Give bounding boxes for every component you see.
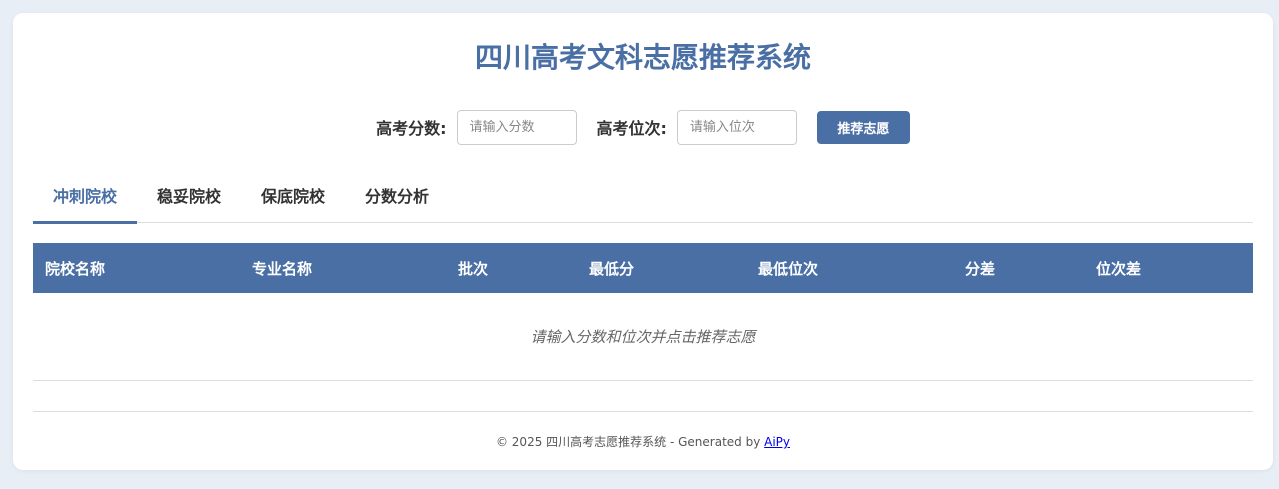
- search-form: 高考分数: 高考位次: 推荐志愿: [13, 109, 1273, 145]
- tab-sprint[interactable]: 冲刺院校: [33, 177, 138, 224]
- column-header-score-diff: 分差: [965, 259, 996, 278]
- column-header-rank-diff: 位次差: [1096, 259, 1142, 278]
- rank-input[interactable]: [676, 109, 797, 145]
- table-header: 院校名称 专业名称 批次 最低分 最低位次 分差 位次差: [33, 243, 1253, 293]
- rank-label: 高考位次:: [596, 119, 667, 138]
- column-header-min-score: 最低分: [589, 259, 635, 278]
- tab-bar: 冲刺院校 稳妥院校 保底院校 分数分析: [33, 177, 1253, 224]
- column-header-major: 专业名称: [252, 259, 313, 278]
- empty-state-message: 请输入分数和位次并点击推荐志愿: [530, 328, 756, 346]
- main-card: 四川高考文科志愿推荐系统 高考分数: 高考位次: 推荐志愿 冲刺院校 稳妥院校 …: [13, 13, 1273, 470]
- empty-state-row: 请输入分数和位次并点击推荐志愿: [33, 293, 1253, 381]
- column-header-school: 院校名称: [45, 259, 106, 278]
- page-title: 四川高考文科志愿推荐系统: [474, 41, 811, 74]
- footer-link[interactable]: AiPy: [764, 435, 790, 449]
- score-label: 高考分数:: [376, 119, 447, 138]
- tab-score-analysis[interactable]: 分数分析: [345, 177, 449, 223]
- recommend-button[interactable]: 推荐志愿: [816, 110, 910, 144]
- tab-safe[interactable]: 保底院校: [241, 177, 345, 223]
- column-header-batch: 批次: [458, 259, 489, 278]
- footer-text: © 2025 四川高考志愿推荐系统 - Generated by: [495, 435, 765, 449]
- column-header-min-rank: 最低位次: [758, 259, 819, 278]
- tab-stable[interactable]: 稳妥院校: [137, 177, 241, 223]
- footer: © 2025 四川高考志愿推荐系统 - Generated by AiPy: [33, 411, 1253, 450]
- score-input[interactable]: [456, 109, 577, 145]
- results-table: 院校名称 专业名称 批次 最低分 最低位次 分差 位次差 请输入分数和位次并点击…: [33, 243, 1253, 381]
